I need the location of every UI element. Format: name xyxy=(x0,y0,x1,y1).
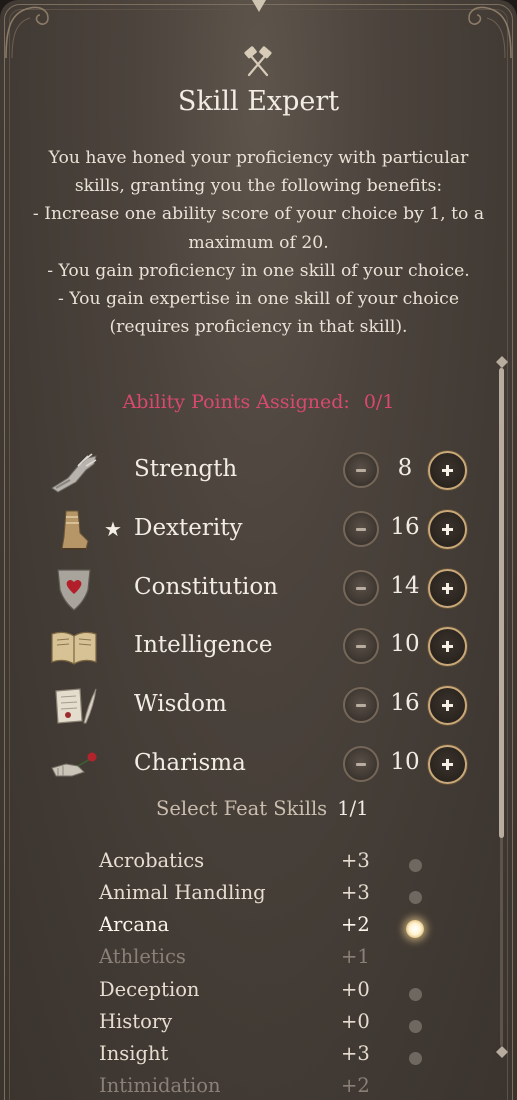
ability-row-dexterity: ★ Dexterity 16 xyxy=(0,505,517,555)
description-line: maximum of 20. xyxy=(188,232,329,253)
ability-points-value: 0/1 xyxy=(363,391,395,413)
skill-row-intimidation: Intimidation +2 xyxy=(0,1072,517,1100)
scroll-quill-icon xyxy=(55,688,97,724)
ability-row-constitution: Constitution 14 xyxy=(0,564,517,614)
skill-row-acrobatics[interactable]: Acrobatics +3 xyxy=(0,847,517,877)
shield-heart-icon xyxy=(57,569,91,611)
ability-points-assigned: Ability Points Assigned: 0/1 xyxy=(0,391,517,413)
ability-value: 8 xyxy=(397,455,413,481)
skill-row-athletics: Athletics +1 xyxy=(0,943,517,973)
skill-select-dot[interactable] xyxy=(409,988,422,1001)
skill-name: Arcana xyxy=(99,913,170,936)
skill-row-animal-handling[interactable]: Animal Handling +3 xyxy=(0,879,517,909)
decrease-dexterity-button[interactable] xyxy=(343,511,379,547)
select-feat-skills-count: 1/1 xyxy=(337,797,369,820)
corner-ornament-icon xyxy=(468,6,512,59)
open-book-icon xyxy=(51,631,97,665)
decrease-intelligence-button[interactable] xyxy=(343,628,379,664)
description-line: - Increase one ability score of your cho… xyxy=(32,204,485,225)
skill-bonus: +3 xyxy=(341,849,370,872)
crossed-hammers-icon xyxy=(244,46,272,77)
corner-ornament-icon xyxy=(5,6,49,59)
skill-name: Deception xyxy=(99,978,200,1001)
skill-select-dot[interactable] xyxy=(409,1020,422,1033)
ability-row-charisma: Charisma 10 xyxy=(0,740,517,790)
hand-rose-icon xyxy=(51,752,97,777)
ability-points-label: Ability Points Assigned: xyxy=(122,391,350,413)
skill-name: History xyxy=(99,1010,173,1033)
ability-name: Wisdom xyxy=(134,691,227,717)
increase-wisdom-button[interactable] xyxy=(428,686,467,725)
ability-value: 14 xyxy=(390,573,420,599)
skill-name: Athletics xyxy=(99,945,186,968)
ability-value: 10 xyxy=(390,749,420,775)
skill-row-arcana[interactable]: Arcana +2 xyxy=(0,911,517,941)
skill-select-dot[interactable] xyxy=(409,859,422,872)
ability-name: Strength xyxy=(134,456,238,482)
ability-name: Intelligence xyxy=(134,632,273,658)
skill-bonus: +3 xyxy=(341,1042,370,1065)
gauntlet-icon xyxy=(51,453,97,493)
skill-bonus: +2 xyxy=(341,1074,370,1097)
description-line: skills, granting you the following benef… xyxy=(74,176,443,197)
skill-row-deception[interactable]: Deception +0 xyxy=(0,976,517,1006)
skill-selected-dot[interactable] xyxy=(406,920,424,938)
increase-charisma-button[interactable] xyxy=(428,745,467,784)
description-line: - You gain expertise in one skill of you… xyxy=(58,289,459,310)
boot-icon xyxy=(61,510,89,550)
skill-row-history[interactable]: History +0 xyxy=(0,1008,517,1038)
description-line: (requires proficiency in that skill). xyxy=(109,317,408,338)
increase-constitution-button[interactable] xyxy=(428,569,467,608)
scroll-up-diamond-icon[interactable] xyxy=(496,356,508,368)
decrease-constitution-button[interactable] xyxy=(343,570,379,606)
increase-strength-button[interactable] xyxy=(428,451,467,490)
description-line: - You gain proficiency in one skill of y… xyxy=(47,260,470,281)
skill-name: Insight xyxy=(99,1042,169,1065)
skill-name: Acrobatics xyxy=(99,849,205,872)
ability-row-wisdom: Wisdom 16 xyxy=(0,681,517,731)
select-feat-skills: Select Feat Skills 1/1 xyxy=(156,797,369,820)
skill-row-insight[interactable]: Insight +3 xyxy=(0,1040,517,1070)
decrease-charisma-button[interactable] xyxy=(343,746,379,782)
ability-name: Constitution xyxy=(134,574,278,600)
ability-value: 10 xyxy=(390,631,420,657)
skill-select-dot[interactable] xyxy=(409,1052,422,1065)
skill-bonus: +1 xyxy=(341,945,370,968)
select-feat-skills-label: Select Feat Skills xyxy=(156,797,328,820)
ability-row-intelligence: Intelligence 10 xyxy=(0,622,517,672)
star-icon: ★ xyxy=(104,517,122,541)
ability-value: 16 xyxy=(390,514,420,540)
decrease-wisdom-button[interactable] xyxy=(343,687,379,723)
decrease-strength-button[interactable] xyxy=(343,452,379,488)
skill-bonus: +0 xyxy=(341,978,370,1001)
panel-title: Skill Expert xyxy=(177,86,340,117)
ability-name: Charisma xyxy=(134,750,246,776)
skill-select-dot[interactable] xyxy=(409,891,422,904)
skill-expert-panel: Skill Expert You have honed your profici… xyxy=(0,0,517,1100)
skill-bonus: +3 xyxy=(341,881,370,904)
skill-name: Animal Handling xyxy=(99,881,266,904)
feat-description: You have honed your proficiency with par… xyxy=(30,144,487,341)
increase-intelligence-button[interactable] xyxy=(428,627,467,666)
top-notch-icon xyxy=(252,0,266,12)
ability-value: 16 xyxy=(390,690,420,716)
skill-name: Intimidation xyxy=(99,1074,221,1097)
skill-bonus: +2 xyxy=(341,913,370,936)
ability-name: Dexterity xyxy=(134,515,243,541)
description-line: You have honed your proficiency with par… xyxy=(48,148,469,168)
increase-dexterity-button[interactable] xyxy=(428,510,467,549)
ability-row-strength: Strength 8 xyxy=(0,446,517,496)
skill-bonus: +0 xyxy=(341,1010,370,1033)
